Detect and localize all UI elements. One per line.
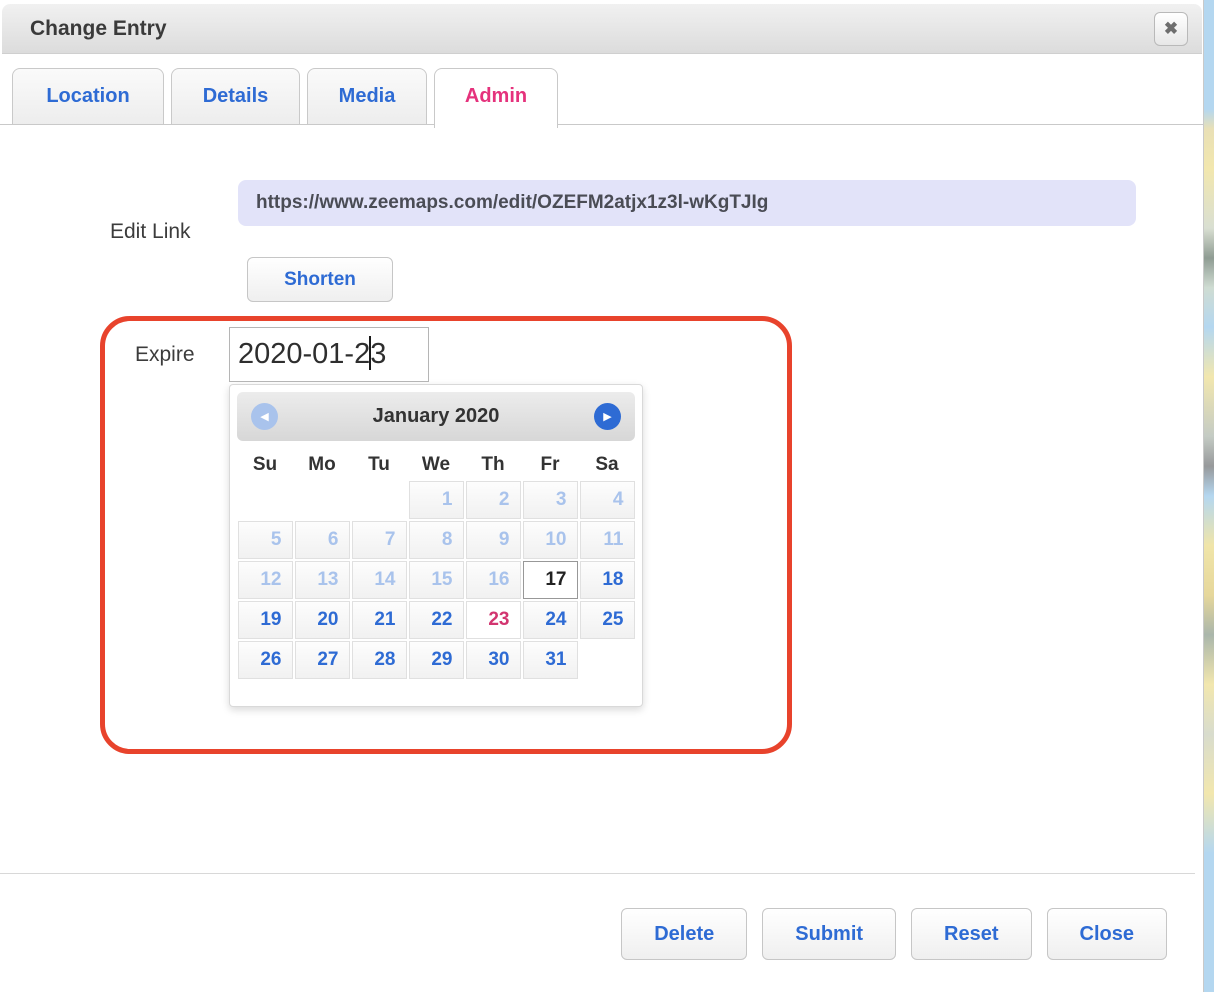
day-cell-28[interactable]: 28 [352, 641, 407, 679]
day-cell-empty [238, 481, 293, 519]
week-row: 567891011 [238, 521, 635, 559]
day-cell-16: 16 [466, 561, 521, 599]
week-row: 12131415161718 [238, 561, 635, 599]
dialog-titlebar: Change Entry ✖ [2, 4, 1202, 54]
edit-link-url-text: https://www.zeemaps.com/edit/OZEFM2atjx1… [238, 180, 1136, 226]
day-cell-18[interactable]: 18 [580, 561, 635, 599]
expire-value-after-caret: 3 [370, 338, 386, 370]
day-cell-10: 10 [523, 521, 578, 559]
day-cell-20[interactable]: 20 [295, 601, 350, 639]
day-cell-3: 3 [523, 481, 578, 519]
day-cell-29[interactable]: 29 [409, 641, 464, 679]
week-row: 1234 [238, 481, 635, 519]
datepicker-weeks: 1234567891011121314151617181920212223242… [238, 481, 635, 679]
next-month-icon[interactable]: ▶ [594, 403, 621, 430]
datepicker: ◀ January 2020 ▶ SuMoTuWeThFrSa 12345678… [229, 384, 643, 707]
dialog-title: Change Entry [30, 4, 167, 53]
day-cell-27[interactable]: 27 [295, 641, 350, 679]
weekday-header-row: SuMoTuWeThFrSa [238, 451, 635, 479]
tab-bar: LocationDetailsMediaAdmin [0, 68, 1204, 125]
expire-label: Expire [135, 343, 195, 367]
weekday-label: Su [238, 451, 293, 479]
edit-link-url-field[interactable]: https://www.zeemaps.com/edit/OZEFM2atjx1… [238, 180, 1136, 226]
day-cell-empty [580, 641, 635, 679]
change-entry-dialog: Change Entry ✖ LocationDetailsMediaAdmin… [0, 0, 1204, 992]
week-row: 262728293031 [238, 641, 635, 679]
weekday-label: Sa [580, 451, 635, 479]
day-cell-25[interactable]: 25 [580, 601, 635, 639]
close-icon[interactable]: ✖ [1154, 12, 1188, 46]
day-cell-empty [352, 481, 407, 519]
weekday-label: Mo [295, 451, 350, 479]
day-cell-7: 7 [352, 521, 407, 559]
expire-date-input[interactable]: 2020-01-23 [229, 327, 429, 382]
day-cell-23[interactable]: 23 [466, 601, 521, 639]
prev-month-icon[interactable]: ◀ [251, 403, 278, 430]
expire-value-before-caret: 2020-01-2 [238, 338, 370, 370]
datepicker-header: ◀ January 2020 ▶ [237, 392, 635, 441]
day-cell-12: 12 [238, 561, 293, 599]
day-cell-2: 2 [466, 481, 521, 519]
footer-divider [0, 873, 1195, 874]
day-cell-26[interactable]: 26 [238, 641, 293, 679]
day-cell-19[interactable]: 19 [238, 601, 293, 639]
delete-button[interactable]: Delete [621, 908, 747, 960]
day-cell-8: 8 [409, 521, 464, 559]
map-background [1204, 0, 1214, 992]
submit-button[interactable]: Submit [762, 908, 896, 960]
reset-button[interactable]: Reset [911, 908, 1031, 960]
weekday-label: Fr [523, 451, 578, 479]
day-cell-5: 5 [238, 521, 293, 559]
day-cell-4: 4 [580, 481, 635, 519]
edit-link-label: Edit Link [110, 220, 191, 244]
tab-media[interactable]: Media [307, 68, 427, 124]
footer-button-bar: Delete Submit Reset Close [0, 908, 1195, 960]
day-cell-13: 13 [295, 561, 350, 599]
tab-admin[interactable]: Admin [434, 68, 558, 128]
shorten-button[interactable]: Shorten [247, 257, 393, 302]
weekday-label: Th [466, 451, 521, 479]
day-cell-1: 1 [409, 481, 464, 519]
day-cell-15: 15 [409, 561, 464, 599]
day-cell-empty [295, 481, 350, 519]
day-cell-11: 11 [580, 521, 635, 559]
weekday-label: Tu [352, 451, 407, 479]
tab-location[interactable]: Location [12, 68, 164, 124]
day-cell-6: 6 [295, 521, 350, 559]
day-cell-17[interactable]: 17 [523, 561, 578, 599]
week-row: 19202122232425 [238, 601, 635, 639]
datepicker-month-title: January 2020 [237, 392, 635, 441]
screen: Change Entry ✖ LocationDetailsMediaAdmin… [0, 0, 1214, 992]
tab-details[interactable]: Details [171, 68, 300, 124]
close-button[interactable]: Close [1047, 908, 1167, 960]
day-cell-30[interactable]: 30 [466, 641, 521, 679]
weekday-label: We [409, 451, 464, 479]
day-cell-21[interactable]: 21 [352, 601, 407, 639]
datepicker-grid: SuMoTuWeThFrSa 1234567891011121314151617… [236, 449, 637, 681]
day-cell-14: 14 [352, 561, 407, 599]
day-cell-31[interactable]: 31 [523, 641, 578, 679]
day-cell-22[interactable]: 22 [409, 601, 464, 639]
day-cell-24[interactable]: 24 [523, 601, 578, 639]
day-cell-9: 9 [466, 521, 521, 559]
